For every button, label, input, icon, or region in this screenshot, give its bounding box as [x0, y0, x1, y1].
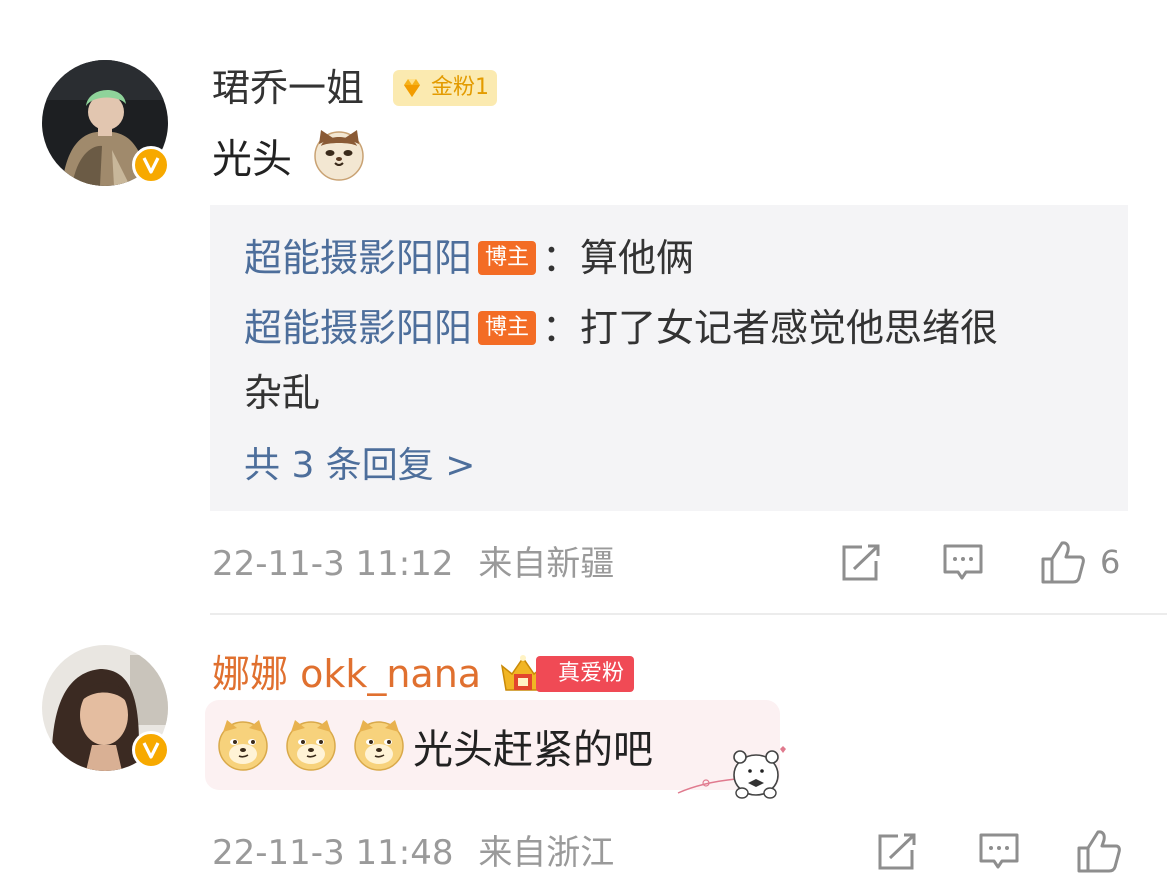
- share-icon: [842, 544, 880, 581]
- reply-text: 杂乱: [244, 371, 321, 415]
- cat-emoji: [305, 130, 367, 193]
- comment-location: 来自浙江: [478, 833, 615, 873]
- avatar[interactable]: [42, 645, 170, 771]
- comment-list: 珺乔一姐 金粉1 光头 超能摄影阳阳 博主 ：算他俩 超能摄影阳阳 博主 ：打了…: [0, 0, 1167, 887]
- reply-item: 超能摄影阳阳 博主 ：算他俩: [244, 235, 694, 281]
- comment-icon: [943, 544, 983, 580]
- reply-preview-box[interactable]: 超能摄影阳阳 博主 ：算他俩 超能摄影阳阳 博主 ：打了女记者感觉他思绪很 杂乱 共 3…: [210, 205, 1128, 511]
- doge-emoji: [283, 716, 339, 783]
- like-icon: [1041, 541, 1085, 584]
- comment-meta: 22-11-3 11:48 来自浙江: [212, 833, 614, 873]
- reply-item-continued: 杂乱: [244, 370, 320, 416]
- view-all-replies-link[interactable]: 共 3 条回复 >: [244, 443, 475, 489]
- true-fan-badge[interactable]: 真爱粉: [536, 656, 635, 692]
- fan-level-badge[interactable]: 金粉1: [393, 70, 497, 106]
- like-button[interactable]: [1076, 828, 1122, 874]
- comment-time: 22-11-3 11:12: [212, 544, 454, 584]
- comment-text: 光头赶紧的吧: [215, 716, 653, 783]
- comment-username[interactable]: 娜娜 okk_nana: [212, 652, 481, 696]
- fan-level-label: 金粉1: [431, 75, 489, 100]
- like-icon: [1077, 830, 1121, 873]
- reply-author[interactable]: 超能摄影阳阳: [244, 236, 472, 280]
- like-count: 6: [1100, 543, 1121, 581]
- comment-location: 来自新疆: [478, 544, 615, 584]
- reply-separator: ：: [542, 306, 581, 350]
- share-icon: [878, 833, 916, 870]
- comment-button[interactable]: [978, 832, 1020, 872]
- share-button[interactable]: [876, 832, 918, 872]
- like-button[interactable]: 6: [1040, 539, 1120, 585]
- comment-meta: 22-11-3 11:12 来自新疆: [212, 544, 614, 584]
- blogger-tag: 博主: [478, 240, 537, 275]
- share-button[interactable]: [840, 543, 882, 583]
- comment-username[interactable]: 珺乔一姐: [212, 66, 364, 110]
- comment-time: 22-11-3 11:48: [212, 833, 454, 873]
- comment-body: 光头: [212, 136, 292, 183]
- comment-text: 光头: [212, 130, 367, 193]
- avatar[interactable]: [42, 60, 170, 186]
- reply-item: 超能摄影阳阳 博主 ：打了女记者感觉他思绪很: [244, 305, 998, 351]
- comment-button[interactable]: [942, 543, 984, 583]
- comment-divider: [210, 613, 1167, 615]
- comment-body: 光头赶紧的吧: [413, 726, 653, 773]
- verified-icon: [132, 731, 170, 769]
- doge-emoji: [351, 716, 407, 783]
- blogger-tag: 博主: [478, 310, 537, 345]
- doge-emoji: [215, 716, 271, 783]
- verified-icon: [132, 146, 170, 184]
- reply-text: 打了女记者感觉他思绪很: [580, 306, 999, 350]
- reply-author[interactable]: 超能摄影阳阳: [244, 306, 472, 350]
- reply-separator: ：: [542, 236, 581, 280]
- bear-sticker: [676, 735, 788, 801]
- comment-icon: [979, 833, 1019, 869]
- reply-text: 算他俩: [580, 236, 695, 280]
- gold-gem-icon: [404, 79, 420, 97]
